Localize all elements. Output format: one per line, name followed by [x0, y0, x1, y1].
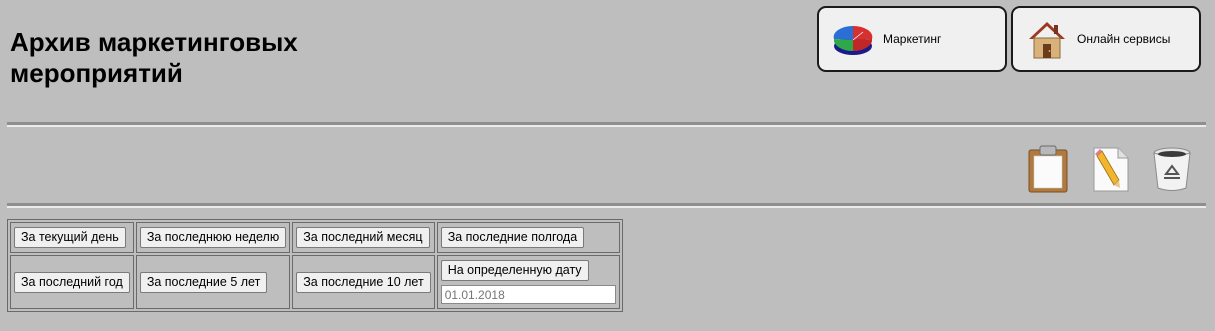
filter-row: За текущий день За последнюю неделю За п… — [10, 222, 620, 253]
page-title: Архив маркетинговых мероприятий — [10, 27, 298, 88]
pie-chart-icon — [833, 25, 873, 55]
recycle-bin-icon — [1153, 147, 1191, 191]
header-divider — [7, 122, 1206, 127]
filter-specific-date-button[interactable]: На определенную дату — [440, 260, 589, 281]
filter-cell: За последнюю неделю — [135, 222, 291, 253]
house-icon — [1029, 22, 1065, 59]
online-services-nav-button[interactable]: Онлайн сервисы — [1011, 6, 1201, 72]
filter-last-5-years-button[interactable]: За последние 5 лет — [139, 271, 268, 293]
online-services-nav-label: Онлайн сервисы — [1077, 32, 1171, 46]
filter-current-day-button[interactable]: За текущий день — [14, 227, 126, 248]
delete-button[interactable] — [1148, 144, 1196, 194]
clipboard-button[interactable] — [1024, 144, 1072, 194]
period-filter-table: За текущий день За последнюю неделю За п… — [7, 219, 623, 312]
filter-last-year-button[interactable]: За последний год — [14, 271, 130, 293]
filter-cell: За последние полгода — [436, 222, 620, 253]
filter-cell: За текущий день — [10, 222, 134, 253]
filter-cell: За последний месяц — [292, 222, 435, 253]
filter-cell: За последний год — [10, 255, 134, 309]
filter-last-month-button[interactable]: За последний месяц — [296, 227, 430, 248]
date-input[interactable] — [440, 285, 616, 304]
filter-row: За последний год За последние 5 лет За п… — [10, 255, 620, 309]
edit-document-icon — [1093, 147, 1129, 192]
marketing-nav-button[interactable]: Маркетинг — [817, 6, 1007, 72]
edit-button[interactable] — [1086, 144, 1134, 194]
filter-last-10-years-button[interactable]: За последние 10 лет — [296, 271, 431, 293]
filter-last-week-button[interactable]: За последнюю неделю — [139, 227, 287, 248]
filter-cell: За последние 10 лет — [292, 255, 435, 309]
marketing-nav-label: Маркетинг — [883, 32, 942, 46]
toolbar-divider — [7, 203, 1206, 208]
clipboard-icon — [1028, 145, 1068, 193]
filter-cell: За последние 5 лет — [135, 255, 291, 309]
filter-cell: На определенную дату — [436, 255, 620, 309]
filter-last-half-year-button[interactable]: За последние полгода — [440, 227, 585, 248]
